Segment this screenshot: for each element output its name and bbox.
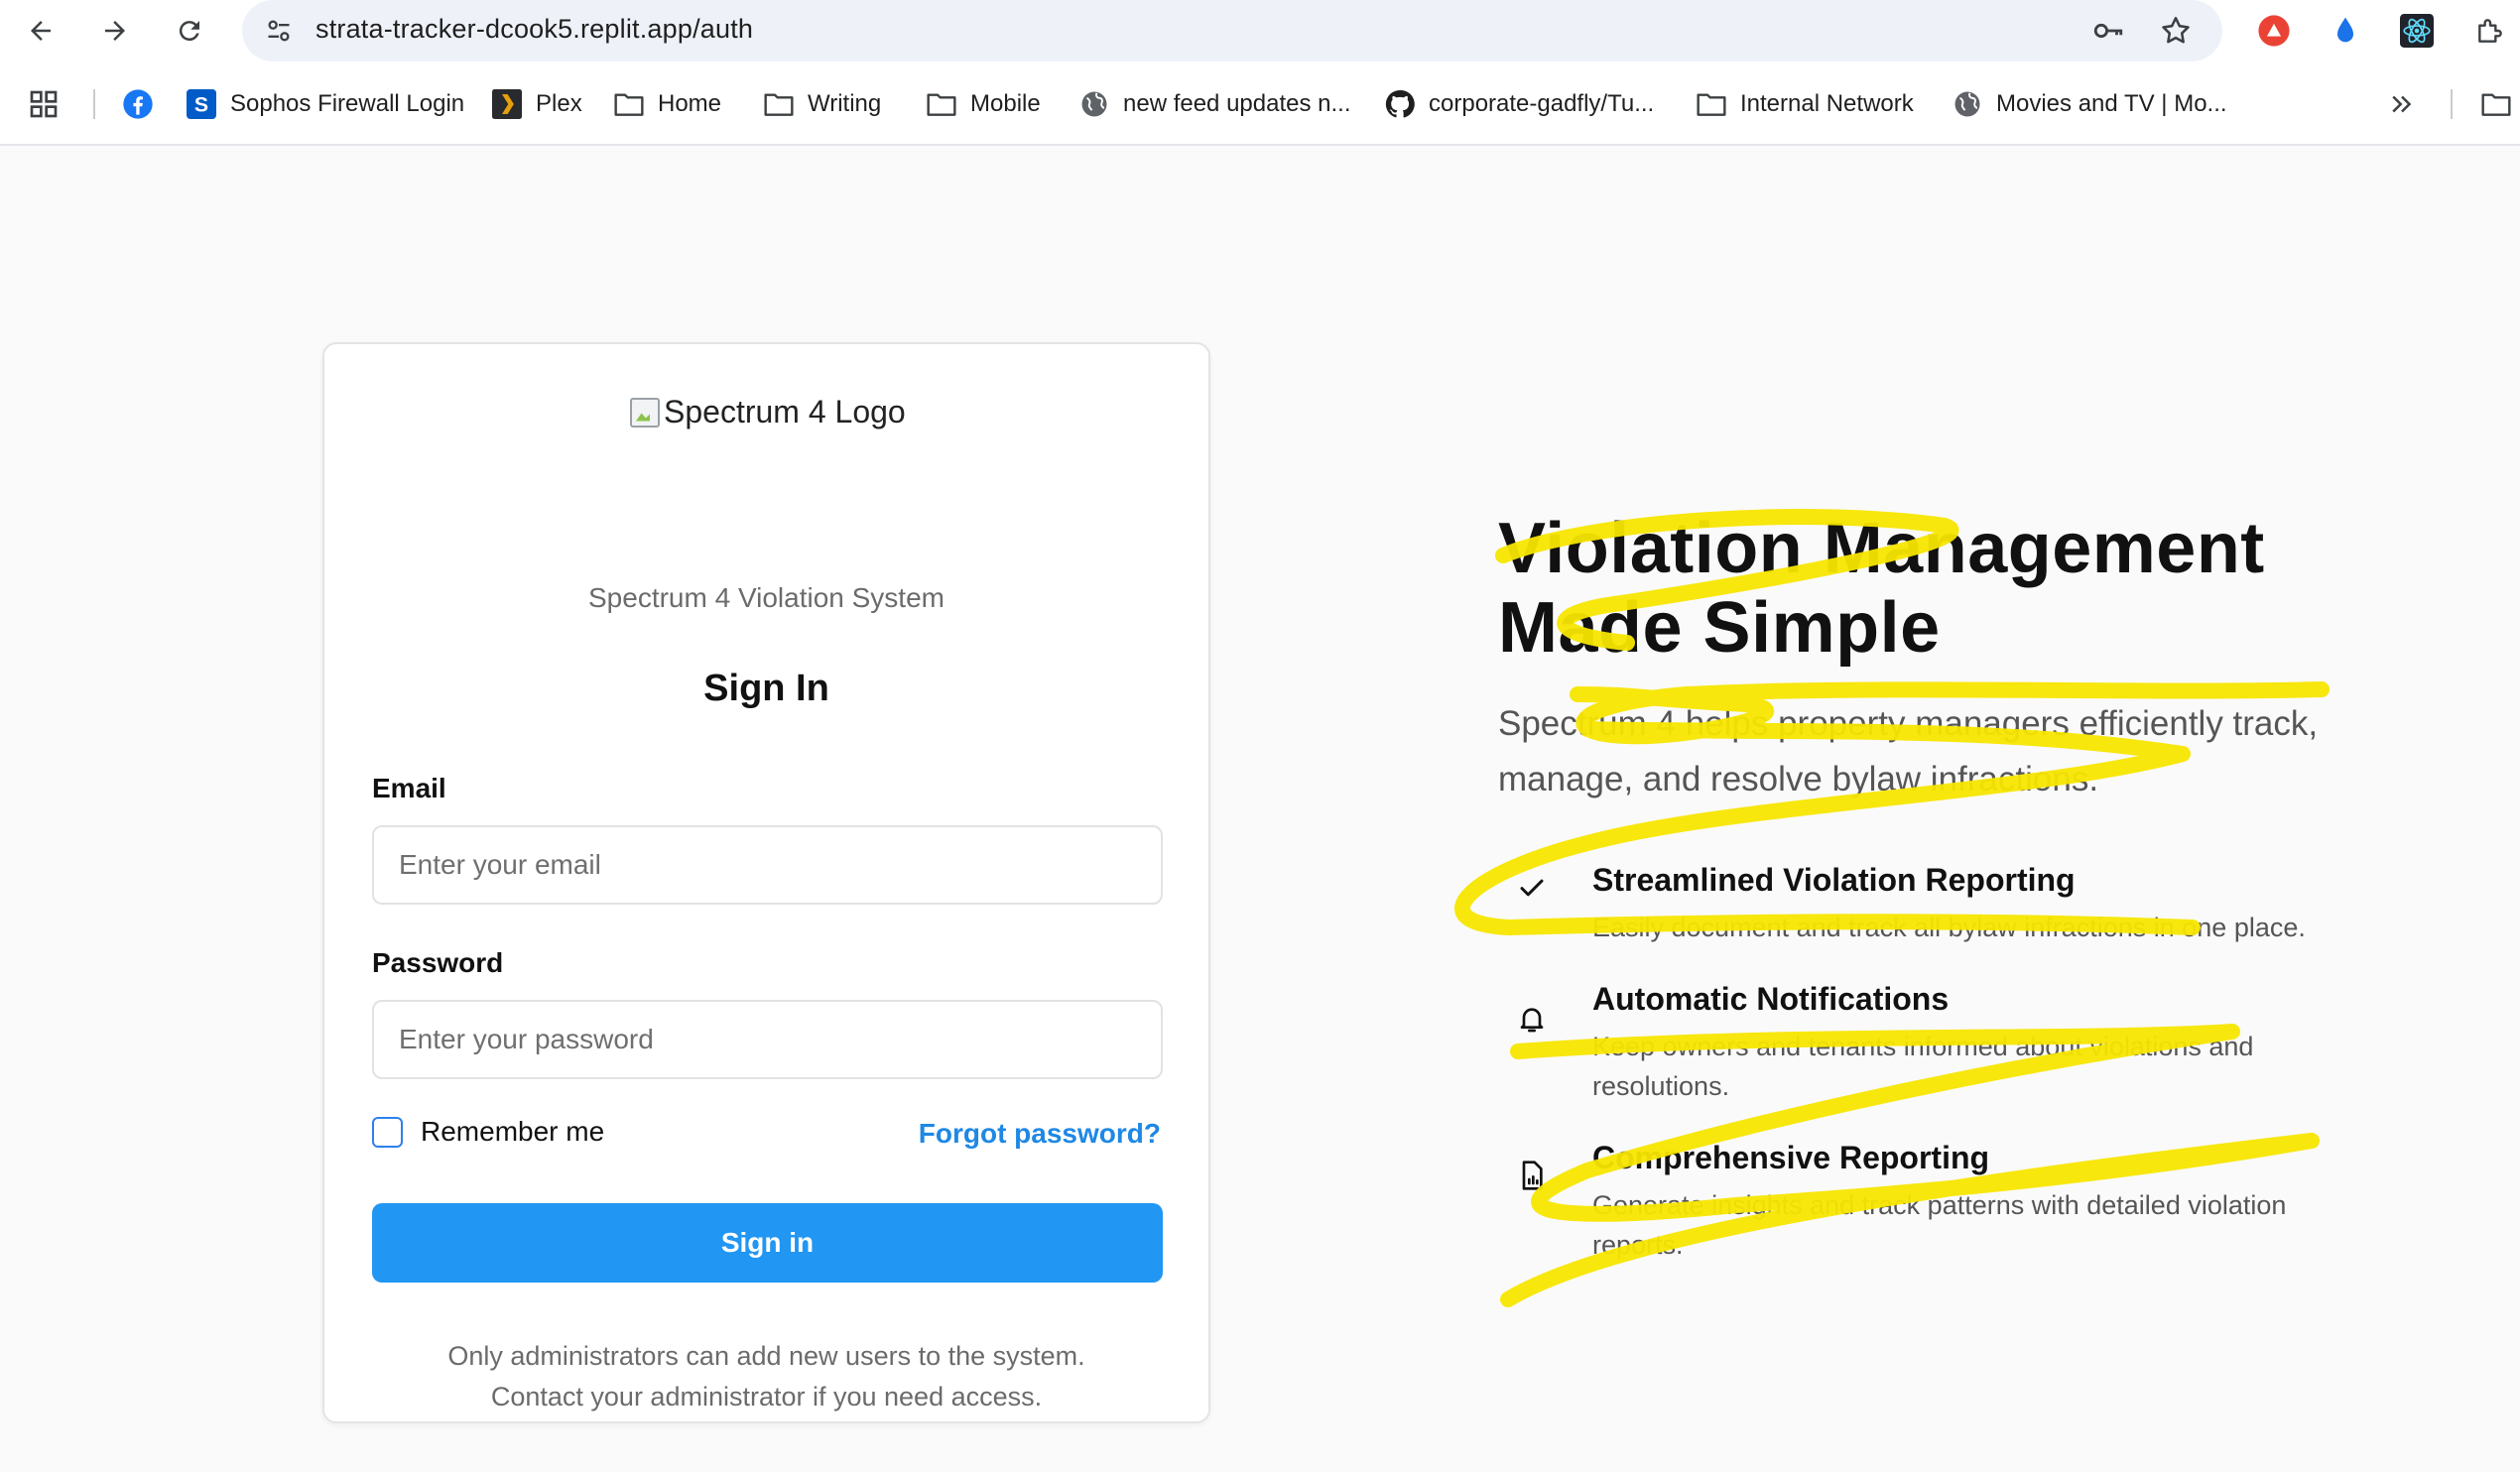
url-text: strata-tracker-dcook5.replit.app/auth: [315, 14, 754, 44]
bookmark-label: Sophos Firewall Login: [230, 90, 465, 117]
password-key-icon[interactable]: [2089, 12, 2127, 50]
bookmark-star-icon[interactable]: [2157, 12, 2195, 50]
bookmark-label: corporate-gadfly/Tu...: [1429, 90, 1655, 117]
feature-description: Keep owners and tenants informed about v…: [1592, 1032, 2254, 1101]
check-icon: [1514, 870, 1550, 906]
other-bookmarks-folder-icon[interactable]: [2480, 81, 2512, 127]
bookmark-label: Home: [658, 90, 722, 117]
globe-icon: [1077, 87, 1111, 121]
broken-image-icon: [630, 397, 660, 428]
back-button[interactable]: [16, 6, 65, 56]
bookmark-label: Mobile: [970, 90, 1041, 117]
extension-red-icon[interactable]: [2254, 11, 2294, 51]
bookmark-github[interactable]: corporate-gadfly/Tu...: [1383, 81, 1654, 127]
github-icon: [1383, 87, 1417, 121]
admin-note-line-2: Contact your administrator if you need a…: [490, 1382, 1043, 1411]
auth-page: Spectrum 4 Logo Spectrum 4 Violation Sys…: [0, 146, 2520, 1472]
bookmark-folder-home[interactable]: Home: [612, 81, 721, 127]
reload-icon: [179, 21, 199, 42]
forward-arrow-icon: [105, 21, 125, 41]
facebook-icon: [121, 87, 155, 121]
logo-alt-text: Spectrum 4 Logo: [664, 394, 906, 429]
apps-grid-icon[interactable]: [28, 81, 60, 127]
hero-title: Violation Management Made Simple: [1498, 509, 2265, 668]
browser-toolbar: strata-tracker-dcook5.replit.app/auth: [0, 0, 2520, 61]
bookmarks-divider: [93, 89, 95, 119]
feature-description: Easily document and track all bylaw infr…: [1592, 913, 2306, 942]
site-settings-icon[interactable]: [262, 14, 296, 48]
login-card: Spectrum 4 Logo Spectrum 4 Violation Sys…: [322, 342, 1210, 1423]
bookmark-folder-internal-network[interactable]: Internal Network: [1695, 81, 1914, 127]
forward-button[interactable]: [90, 6, 140, 56]
bookmark-label: Internal Network: [1740, 90, 1914, 117]
folder-icon: [612, 87, 646, 121]
react-devtools-icon[interactable]: [2397, 11, 2437, 51]
password-field[interactable]: [372, 1000, 1163, 1079]
sophos-icon: S: [185, 87, 218, 121]
sign-in-button[interactable]: Sign in: [372, 1203, 1163, 1283]
feature-title: Streamlined Violation Reporting: [1592, 862, 2076, 898]
hero-description: Spectrum 4 helps property managers effic…: [1498, 704, 2319, 798]
globe-icon: [1951, 87, 1984, 121]
bookmark-label: Plex: [536, 90, 582, 117]
bookmark-movies-tv[interactable]: Movies and TV | Mo...: [1951, 81, 2227, 127]
hero-title-line-2: Made Simple: [1498, 588, 1941, 668]
bookmark-label: Movies and TV | Mo...: [1996, 90, 2227, 117]
bell-icon: [1514, 1001, 1550, 1037]
bookmark-folder-writing[interactable]: Writing: [762, 81, 881, 127]
more-bookmarks-chevron-icon[interactable]: [2387, 81, 2417, 127]
bookmark-plex[interactable]: Plex: [490, 81, 582, 127]
bookmark-sophos[interactable]: S Sophos Firewall Login: [185, 81, 464, 127]
forgot-password-link[interactable]: Forgot password?: [919, 1118, 1161, 1150]
bookmark-feed-updates[interactable]: new feed updates n...: [1077, 81, 1351, 127]
hero-title-line-1: Violation Management: [1498, 509, 2265, 588]
address-bar[interactable]: strata-tracker-dcook5.replit.app/auth: [242, 0, 2222, 61]
bookmark-label: Writing: [808, 90, 882, 117]
facebook-bookmark[interactable]: [121, 81, 167, 127]
folder-icon: [925, 87, 958, 121]
bookmark-folder-mobile[interactable]: Mobile: [925, 81, 1041, 127]
admin-note: Only administrators can add new users to…: [324, 1336, 1208, 1417]
feature-title: Automatic Notifications: [1592, 981, 1950, 1017]
plex-icon: [490, 87, 524, 121]
admin-note-line-1: Only administrators can add new users to…: [447, 1341, 1085, 1371]
reload-button[interactable]: [165, 6, 214, 56]
report-icon: [1514, 1158, 1550, 1193]
feature-description: Generate insights and track patterns wit…: [1592, 1190, 2287, 1260]
extensions-puzzle-icon[interactable]: [2470, 11, 2510, 51]
email-label: Email: [372, 773, 446, 803]
bookmarks-divider: [2451, 89, 2453, 119]
folder-icon: [762, 87, 796, 121]
back-arrow-icon: [31, 21, 51, 41]
bookmarks-bar: S Sophos Firewall Login Plex Home Writin…: [0, 73, 2520, 135]
feature-title: Comprehensive Reporting: [1592, 1140, 1990, 1175]
signin-heading: Sign In: [703, 668, 829, 709]
remember-me[interactable]: Remember me: [372, 1116, 604, 1148]
folder-icon: [1695, 87, 1728, 121]
logo: Spectrum 4 Logo: [630, 394, 906, 430]
svg-text:S: S: [194, 93, 208, 117]
bookmark-label: new feed updates n...: [1123, 90, 1351, 117]
system-name: Spectrum 4 Violation System: [588, 582, 945, 613]
email-field[interactable]: [372, 825, 1163, 905]
remember-me-label: Remember me: [421, 1116, 605, 1147]
extension-drop-icon[interactable]: [2326, 11, 2365, 51]
remember-me-checkbox[interactable]: [372, 1116, 403, 1148]
password-label: Password: [372, 947, 504, 978]
